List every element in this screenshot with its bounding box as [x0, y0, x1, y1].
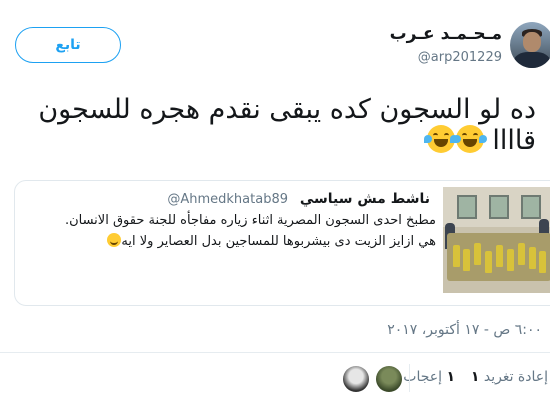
tweet-timestamp[interactable]: ٦:٠٠ ص - ١٧ أكتوبر، ٢٠١٧ [387, 322, 542, 338]
like-stat[interactable]: ١ إعجاب [403, 369, 455, 385]
divider [0, 352, 550, 353]
quoted-author-handle[interactable]: @Ahmedkhatab89 [167, 192, 288, 207]
retweet-label: إعادة تغريد [483, 369, 548, 385]
follow-button[interactable]: تابع [15, 27, 121, 63]
like-count: ١ [446, 369, 455, 385]
tweet-text-line-2: قاااا [423, 124, 536, 158]
retweet-stat[interactable]: إعادة تغريد ١ [471, 369, 548, 385]
smiling-face-icon [107, 233, 122, 247]
prison-kitchen-photo[interactable] [443, 187, 550, 293]
quoted-text-line-2-text: هي ازايز الزيت دى بيشربوها للمساجين بدل … [121, 234, 436, 249]
quoted-text-line-1: مطبخ احدى السجون المصرية اثناء زياره مفا… [64, 213, 436, 228]
liker-avatar-icon[interactable] [343, 366, 369, 392]
liker-avatar-icon[interactable] [376, 366, 402, 392]
quoted-author-name[interactable]: ناشط مش سياسي [300, 191, 430, 207]
quoted-text-line-2: هي ازايز الزيت دى بيشربوها للمساجين بدل … [103, 233, 436, 249]
retweet-count: ١ [470, 369, 480, 385]
face-with-tears-of-joy-icon [423, 125, 458, 153]
author-display-name[interactable]: مـحـمـد عـرب [390, 24, 502, 44]
tweet-text-line-1: ده لو السجون كده يبقى نقدم هجره للسجون [38, 94, 536, 125]
stats-separator [409, 364, 410, 392]
user-avatar-icon[interactable] [510, 22, 550, 68]
tweet-text-line-2-text: قاااا [492, 125, 536, 156]
face-with-tears-of-joy-icon [452, 125, 487, 153]
author-handle[interactable]: @arp201229 [418, 50, 502, 65]
